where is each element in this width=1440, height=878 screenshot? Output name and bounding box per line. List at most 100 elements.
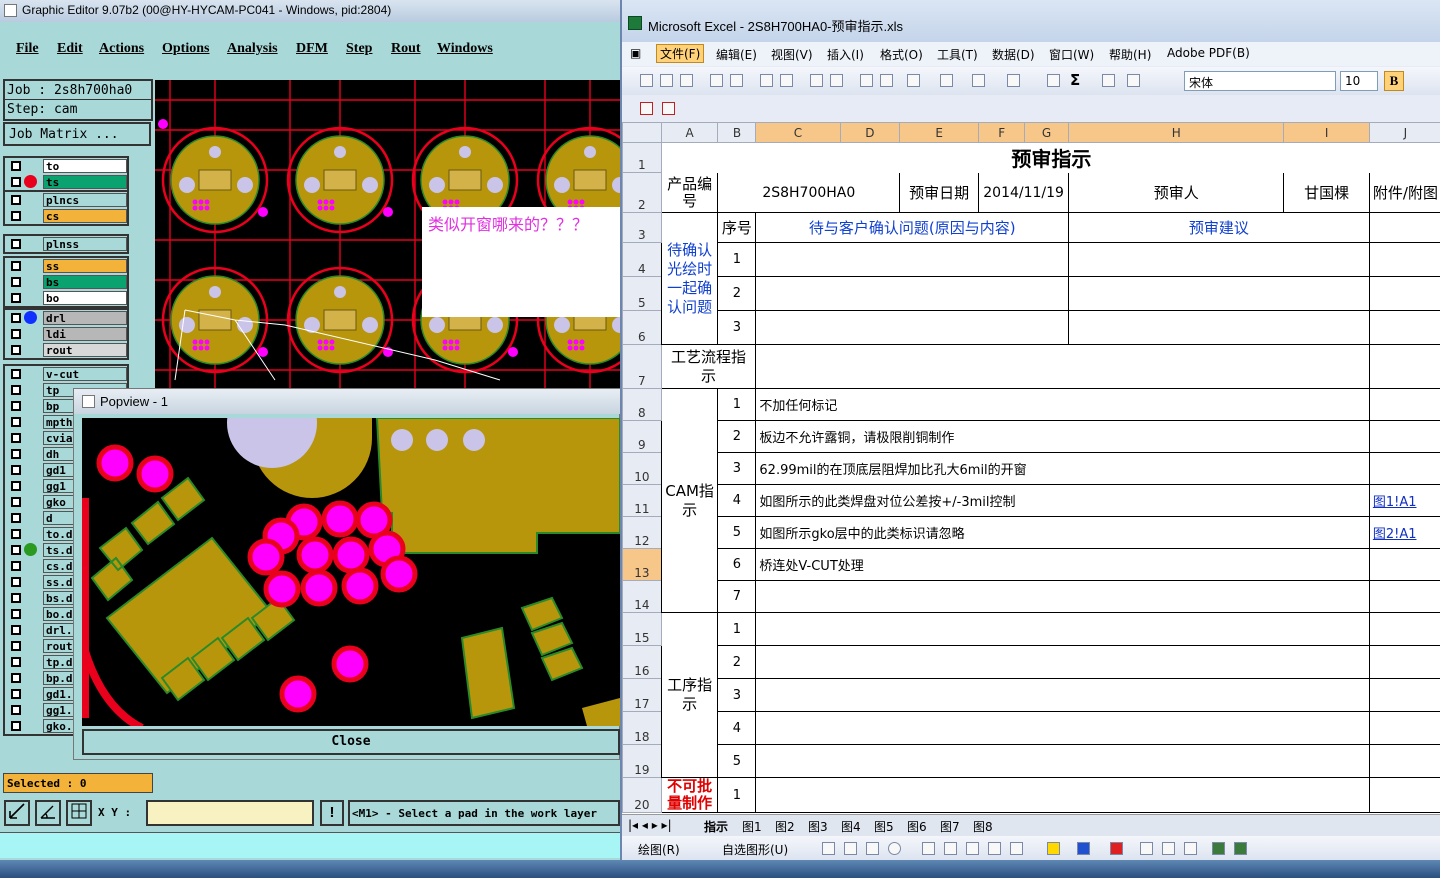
review-date-label[interactable]: 预审日期 — [899, 172, 980, 213]
row-header[interactable]: 1 — [622, 142, 662, 173]
seq-cell[interactable]: 1 — [717, 777, 757, 813]
autosum-icon[interactable]: Σ — [1070, 71, 1080, 89]
menu-adobe-pdf[interactable]: Adobe PDF(B) — [1167, 46, 1250, 60]
cell[interactable] — [1368, 310, 1440, 345]
workbook-icon[interactable]: ▣ — [630, 46, 641, 60]
layer-checkbox[interactable] — [11, 609, 21, 619]
cam-instruction-cell[interactable] — [755, 580, 1370, 613]
layer-checkbox[interactable] — [11, 689, 21, 699]
cell[interactable] — [1368, 645, 1440, 679]
attachment-link[interactable]: 图1!A1 — [1368, 484, 1440, 517]
layer-checkbox[interactable] — [11, 261, 21, 271]
row-header[interactable]: 16 — [622, 645, 662, 679]
seq-cell[interactable]: 3 — [717, 310, 757, 345]
product-code-label[interactable]: 产品编号 — [660, 172, 719, 213]
attachment-link[interactable]: 图2!A1 — [1368, 516, 1440, 549]
cell[interactable] — [755, 310, 1070, 345]
row-header[interactable]: 17 — [622, 678, 662, 712]
attachment-link[interactable] — [1368, 388, 1440, 421]
attachment-link[interactable] — [1368, 420, 1440, 453]
tab-fig2[interactable]: 图2 — [775, 818, 795, 835]
cell[interactable] — [1068, 276, 1370, 311]
layer-checkbox[interactable] — [11, 277, 21, 287]
line-color-icon[interactable] — [1077, 842, 1090, 855]
row-header[interactable]: 15 — [622, 612, 662, 646]
layer-checkbox[interactable] — [11, 577, 21, 587]
layer-checkbox[interactable] — [11, 345, 21, 355]
cell[interactable] — [755, 711, 1370, 745]
tab-fig5[interactable]: 图5 — [874, 818, 894, 835]
product-code-value[interactable]: 2S8H700HA0 — [717, 172, 901, 213]
cell[interactable] — [1368, 744, 1440, 778]
layer-checkbox[interactable] — [11, 593, 21, 603]
layer-row[interactable]: ldi — [5, 326, 127, 342]
print-icon[interactable] — [760, 74, 773, 87]
layer-name[interactable]: plnss — [43, 237, 127, 251]
layer-name[interactable]: bs — [43, 275, 127, 289]
popview-canvas[interactable] — [82, 418, 620, 726]
seq-cell[interactable]: 7 — [717, 580, 757, 613]
seq-cell[interactable]: 4 — [717, 484, 757, 517]
review-date-value[interactable]: 2014/11/19 — [978, 172, 1070, 213]
seq-cell[interactable]: 1 — [717, 242, 757, 277]
attachment-link[interactable] — [1368, 580, 1440, 613]
no-batch-label[interactable]: 不可批量制作 — [660, 777, 719, 813]
menu-rout[interactable]: Rout — [391, 41, 421, 57]
attachment-label[interactable]: 附件/附图 — [1368, 172, 1440, 213]
cell[interactable] — [1368, 242, 1440, 277]
cell[interactable] — [1368, 612, 1440, 646]
row-header[interactable]: 8 — [622, 388, 662, 421]
layer-checkbox[interactable] — [11, 211, 21, 221]
cell[interactable] — [755, 777, 1370, 813]
seq-cell[interactable]: 5 — [717, 516, 757, 549]
arrow-style-icon[interactable] — [1184, 842, 1197, 855]
tab-fig7[interactable]: 图7 — [940, 818, 960, 835]
row-header[interactable]: 2 — [622, 172, 662, 213]
copy-icon[interactable] — [880, 74, 893, 87]
seq-cell[interactable]: 6 — [717, 548, 757, 581]
layer-checkbox[interactable] — [11, 561, 21, 571]
job-matrix-button[interactable]: Job Matrix ... — [3, 122, 151, 146]
cam-instruction-cell[interactable]: 62.99mil的在顶底层阻焊加比孔大6mil的开窗 — [755, 452, 1370, 485]
layer-name[interactable]: ss — [43, 259, 127, 273]
layer-checkbox[interactable] — [11, 721, 21, 731]
sort-asc-icon[interactable] — [1102, 74, 1115, 87]
clipart-icon[interactable] — [988, 842, 1001, 855]
dash-style-icon[interactable] — [1162, 842, 1175, 855]
layer-row[interactable]: rout — [5, 342, 127, 358]
cell[interactable] — [1068, 310, 1370, 345]
layer-row[interactable]: ss — [5, 258, 127, 274]
format-painter-icon[interactable] — [940, 74, 953, 87]
hyperlink-icon[interactable] — [1047, 74, 1060, 87]
popview-close-button[interactable]: Close — [82, 729, 620, 755]
seq-cell[interactable]: 2 — [717, 276, 757, 311]
zoom-area-button[interactable] — [4, 800, 30, 826]
cell[interactable] — [755, 645, 1370, 679]
menu-window-xl[interactable]: 窗口(W) — [1049, 46, 1094, 63]
bold-button[interactable]: B — [1384, 71, 1404, 91]
layer-checkbox[interactable] — [11, 481, 21, 491]
seq-cell[interactable]: 2 — [717, 420, 757, 453]
layer-name[interactable]: ts — [43, 175, 127, 189]
menu-analysis[interactable]: Analysis — [227, 41, 278, 57]
process-step-label[interactable]: 工序指示 — [660, 612, 719, 778]
tab-nav-icon[interactable]: |◂ ◂ ▸ ▸| — [628, 818, 672, 832]
print-preview-icon[interactable] — [780, 74, 793, 87]
row-header[interactable]: 9 — [622, 420, 662, 453]
col-header-h[interactable]: H — [1068, 122, 1285, 143]
layer-row[interactable]: plncs — [5, 192, 127, 208]
menu-windows[interactable]: Windows — [437, 41, 493, 57]
layer-row[interactable]: bs — [5, 274, 127, 290]
row-header[interactable]: 20 — [622, 777, 662, 813]
wordart-icon[interactable] — [944, 842, 957, 855]
col-header-j[interactable]: J — [1368, 122, 1440, 143]
row-header[interactable]: 6 — [622, 310, 662, 345]
col-header-b[interactable]: B — [717, 122, 757, 143]
tab-instructions[interactable]: 指示 — [704, 818, 728, 835]
shadow-icon[interactable] — [1212, 842, 1225, 855]
menu-dfm[interactable]: DFM — [296, 41, 328, 57]
font-color-icon[interactable] — [1110, 842, 1123, 855]
layer-name[interactable]: plncs — [43, 193, 127, 207]
cell[interactable] — [755, 344, 1370, 389]
layer-name[interactable]: ldi — [43, 327, 127, 341]
